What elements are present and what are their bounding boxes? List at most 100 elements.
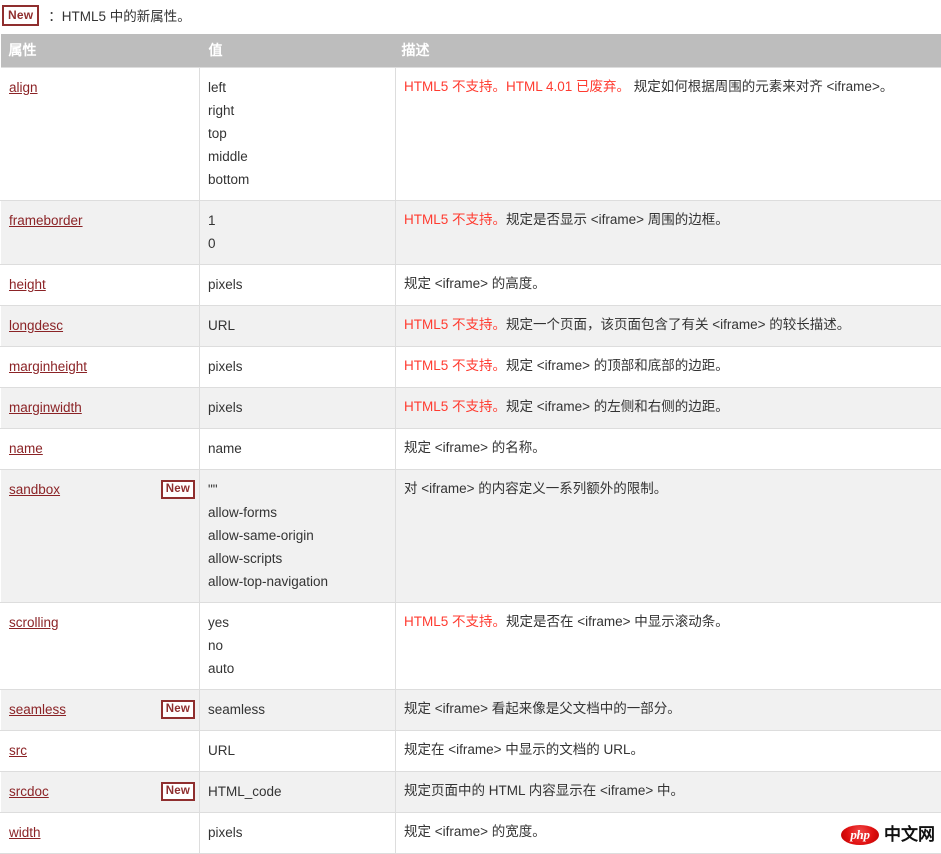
description-warning: HTML5 不支持。 <box>404 358 506 373</box>
table-row: marginwidth pixels HTML5 不支持。规定 <iframe> 的… <box>1 388 941 429</box>
value-list: pixels <box>208 396 387 419</box>
new-badge: New <box>161 480 195 499</box>
attributes-page: New：HTML5 中的新属性。 属性 值 描述 alignleftrightt… <box>0 0 941 854</box>
description-text: 规定是否显示 <iframe> 周围的边框。 <box>506 212 729 227</box>
cell-attribute: name <box>1 429 200 470</box>
description-line: HTML5 不支持。规定 <iframe> 的顶部和底部的边距。 <box>404 355 933 377</box>
new-badge-wrapper: New <box>161 477 195 500</box>
value-item: right <box>208 99 387 122</box>
description-line: 规定 <iframe> 的高度。 <box>404 273 933 295</box>
value-item: pixels <box>208 355 387 378</box>
cell-description: 规定在 <iframe> 中显示的文档的 URL。 <box>396 731 941 772</box>
table-head: 属性 值 描述 <box>1 34 941 68</box>
value-item: HTML_code <box>208 780 387 803</box>
description-text: 规定如何根据周围的元素来对齐 <iframe>。 <box>630 79 893 94</box>
description-text: 规定页面中的 HTML 内容显示在 <iframe> 中。 <box>404 783 684 798</box>
table-row: align leftrighttopmiddlebottom HTML5 不支持。H… <box>1 68 941 201</box>
description-line: 对 <iframe> 的内容定义一系列额外的限制。 <box>404 478 933 500</box>
table-header-row: 属性 值 描述 <box>1 34 941 68</box>
table-row: seamless New seamless 规定 <iframe> 看起来像是父文档中… <box>1 690 941 731</box>
description-text: 规定 <iframe> 看起来像是父文档中的一部分。 <box>404 701 681 716</box>
description-line: 规定 <iframe> 的名称。 <box>404 437 933 459</box>
cell-description: HTML5 不支持。规定一个页面，该页面包含了有关 <iframe> 的较长描述… <box>396 306 941 347</box>
description-warning: HTML5 不支持。 <box>404 212 506 227</box>
attribute-link-sandbox[interactable]: sandbox <box>9 482 60 497</box>
table-row: sandbox New ""allow-formsallow-same-origin… <box>1 470 941 603</box>
attribute-link-srcdoc[interactable]: srcdoc <box>9 784 49 799</box>
attribute-link-height[interactable]: height <box>9 277 46 292</box>
value-item: pixels <box>208 396 387 419</box>
cell-description: 规定 <iframe> 的宽度。 <box>396 813 941 854</box>
attribute-link-scrolling[interactable]: scrolling <box>9 615 59 630</box>
description-line: 规定 <iframe> 看起来像是父文档中的一部分。 <box>404 698 933 720</box>
table-row: srcdocNew HTML_code 规定页面中的 HTML 内容显示在 <ifr… <box>1 772 941 813</box>
value-list: name <box>208 437 387 460</box>
cell-attribute: frameborder <box>1 201 200 265</box>
attribute-link-frameborder[interactable]: frameborder <box>9 213 83 228</box>
value-item: allow-top-navigation <box>208 570 387 593</box>
cell-value: pixels <box>200 388 396 429</box>
value-item: name <box>208 437 387 460</box>
description-text: 规定在 <iframe> 中显示的文档的 URL。 <box>404 742 644 757</box>
attribute-link-src[interactable]: src <box>9 743 27 758</box>
description-line: HTML5 不支持。规定 <iframe> 的左侧和右侧的边距。 <box>404 396 933 418</box>
value-list: URL <box>208 739 387 762</box>
cell-attribute: sandbox New <box>1 470 200 603</box>
cell-description: 规定 <iframe> 的高度。 <box>396 265 941 306</box>
description-line: 规定在 <iframe> 中显示的文档的 URL。 <box>404 739 933 761</box>
table-row: marginheight pixels HTML5 不支持。规定 <iframe> … <box>1 347 941 388</box>
value-item: pixels <box>208 821 387 844</box>
value-item: URL <box>208 314 387 337</box>
description-text: 规定 <iframe> 的顶部和底部的边距。 <box>506 358 729 373</box>
attribute-link-marginwidth[interactable]: marginwidth <box>9 400 82 415</box>
cell-attribute: marginwidth <box>1 388 200 429</box>
value-list: leftrighttopmiddlebottom <box>208 76 387 191</box>
column-header-value: 值 <box>200 34 396 68</box>
legend: New：HTML5 中的新属性。 <box>0 0 941 34</box>
cell-value: leftrighttopmiddlebottom <box>200 68 396 201</box>
table-row: scrollingyesnoautoHTML5 不支持。规定是否在 <ifram… <box>1 603 941 690</box>
value-item: allow-scripts <box>208 547 387 570</box>
cell-description: 规定 <iframe> 的名称。 <box>396 429 941 470</box>
value-item: top <box>208 122 387 145</box>
attribute-link-marginheight[interactable]: marginheight <box>9 359 87 374</box>
description-text: 规定 <iframe> 的名称。 <box>404 440 546 455</box>
cell-description: HTML5 不支持。HTML 4.01 已废弃。 规定如何根据周围的元素来对齐 … <box>396 68 941 201</box>
value-list: pixels <box>208 355 387 378</box>
value-list: 10 <box>208 209 387 255</box>
value-item: no <box>208 634 387 657</box>
description-text: 规定 <iframe> 的左侧和右侧的边距。 <box>506 399 729 414</box>
description-line: HTML5 不支持。HTML 4.01 已废弃。 规定如何根据周围的元素来对齐 … <box>404 76 933 98</box>
attributes-table: 属性 值 描述 align leftrighttopmiddlebottom HTM… <box>0 34 941 854</box>
cell-value: ""allow-formsallow-same-originallow-scri… <box>200 470 396 603</box>
cell-attribute: marginheight <box>1 347 200 388</box>
description-text: 规定 <iframe> 的高度。 <box>404 276 546 291</box>
table-row: height pixels 规定 <iframe> 的高度。 <box>1 265 941 306</box>
cell-value: pixels <box>200 265 396 306</box>
attribute-link-width[interactable]: width <box>9 825 41 840</box>
description-line: 规定页面中的 HTML 内容显示在 <iframe> 中。 <box>404 780 933 802</box>
description-warning: HTML5 不支持。 <box>404 614 506 629</box>
description-line: HTML5 不支持。规定是否显示 <iframe> 周围的边框。 <box>404 209 933 231</box>
value-item: "" <box>208 478 387 501</box>
cell-attribute: srcdocNew <box>1 772 200 813</box>
cell-value: 10 <box>200 201 396 265</box>
value-item: 1 <box>208 209 387 232</box>
new-badge-wrapper: New <box>161 697 195 720</box>
legend-text: ：HTML5 中的新属性。 <box>48 9 191 24</box>
cell-value: pixels <box>200 347 396 388</box>
value-item: 0 <box>208 232 387 255</box>
cell-value: URL <box>200 306 396 347</box>
cell-description: HTML5 不支持。规定是否显示 <iframe> 周围的边框。 <box>396 201 941 265</box>
cell-description: 对 <iframe> 的内容定义一系列额外的限制。 <box>396 470 941 603</box>
value-list: pixels <box>208 821 387 844</box>
value-list: seamless <box>208 698 387 721</box>
attribute-link-align[interactable]: align <box>9 80 38 95</box>
attribute-link-name[interactable]: name <box>9 441 43 456</box>
attribute-link-longdesc[interactable]: longdesc <box>9 318 63 333</box>
value-list: HTML_code <box>208 780 387 803</box>
value-item: bottom <box>208 168 387 191</box>
description-text: 对 <iframe> 的内容定义一系列额外的限制。 <box>404 481 667 496</box>
attribute-link-seamless[interactable]: seamless <box>9 702 66 717</box>
value-item: allow-same-origin <box>208 524 387 547</box>
